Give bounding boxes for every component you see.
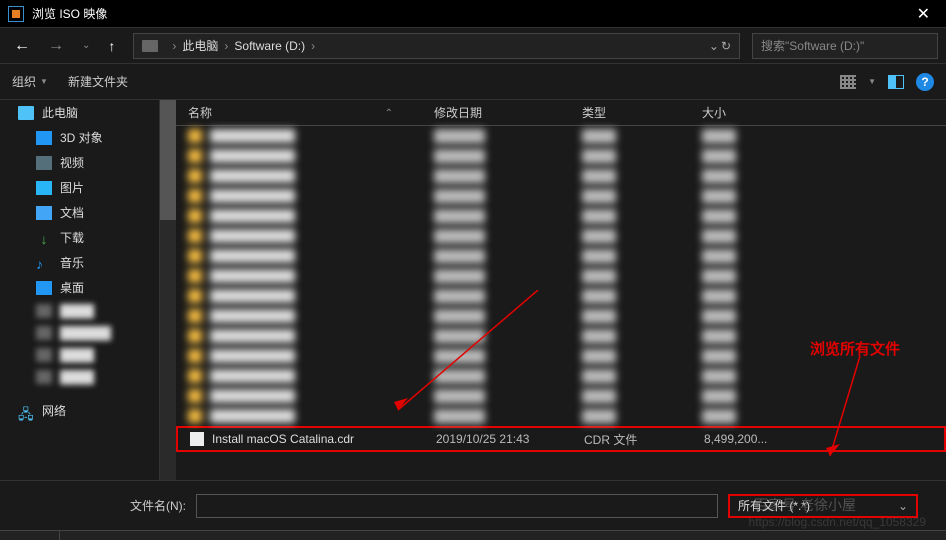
file-type: CDR 文件: [584, 431, 704, 448]
sidebar-item-3d[interactable]: 3D 对象: [0, 125, 159, 150]
sidebar-label: 图片: [60, 179, 84, 196]
new-folder-label: 新建文件夹: [68, 73, 128, 90]
sidebar: 此电脑 3D 对象 视频 图片 文档 ↓ 下载 ♪ 音乐 桌面: [0, 100, 160, 480]
watermark: 百家号 老徐小屋: [754, 495, 856, 515]
column-date[interactable]: 修改日期: [434, 104, 582, 121]
main-area: 此电脑 3D 对象 视频 图片 文档 ↓ 下载 ♪ 音乐 桌面: [0, 100, 946, 480]
breadcrumb-path[interactable]: Software (D:): [234, 39, 305, 53]
sidebar-label: 3D 对象: [60, 129, 103, 146]
file-list-area: 名称⌃ 修改日期 类型 大小 █████████████████████████…: [160, 100, 946, 480]
file-row-blurred[interactable]: ████████████████████████: [176, 286, 946, 306]
sidebar-item-network[interactable]: 🖧 网络: [0, 398, 159, 423]
title-bar: 浏览 ISO 映像 ✕: [0, 0, 946, 28]
file-row-blurred[interactable]: ████████████████████████: [176, 126, 946, 146]
sidebar-item-blurred[interactable]: ██████: [0, 322, 159, 344]
sidebar-item-pictures[interactable]: 图片: [0, 175, 159, 200]
column-size[interactable]: 大小: [702, 104, 822, 121]
file-name: Install macOS Catalina.cdr: [212, 432, 436, 446]
toolbar: 组织 ▼ 新建文件夹 ▼ ?: [0, 64, 946, 100]
view-options-icon[interactable]: [840, 75, 856, 89]
filename-input[interactable]: [196, 494, 718, 518]
chevron-down-icon: ▼: [40, 77, 48, 86]
address-bar[interactable]: › 此电脑 › Software (D:) › ⌄ ↻: [133, 33, 740, 59]
recent-dropdown[interactable]: ⌄: [76, 36, 96, 55]
help-icon[interactable]: ?: [916, 73, 934, 91]
app-icon: [8, 6, 24, 22]
pictures-icon: [36, 181, 52, 195]
close-button[interactable]: ✕: [909, 4, 938, 24]
chevron-down-icon[interactable]: ▼: [868, 77, 876, 86]
new-folder-button[interactable]: 新建文件夹: [68, 73, 128, 90]
organize-label: 组织: [12, 73, 36, 90]
footer-bar: [0, 530, 946, 540]
up-button[interactable]: ↑: [102, 34, 121, 58]
file-row-blurred[interactable]: ████████████████████████: [176, 386, 946, 406]
file-row-blurred[interactable]: ████████████████████████: [176, 306, 946, 326]
file-row-blurred[interactable]: ████████████████████████: [176, 186, 946, 206]
sidebar-item-documents[interactable]: 文档: [0, 200, 159, 225]
window-title: 浏览 ISO 映像: [32, 5, 909, 22]
nav-bar: ← → ⌄ ↑ › 此电脑 › Software (D:) › ⌄ ↻ 搜索"S…: [0, 28, 946, 64]
scrollbar-thumb[interactable]: [160, 100, 176, 220]
organize-button[interactable]: 组织 ▼: [12, 73, 48, 90]
refresh-icon[interactable]: ↻: [721, 39, 731, 53]
sidebar-label: 音乐: [60, 254, 84, 271]
sidebar-item-blurred[interactable]: ████: [0, 300, 159, 322]
music-icon: ♪: [36, 256, 52, 270]
column-name[interactable]: 名称⌃: [176, 104, 434, 121]
footer-button[interactable]: [0, 531, 60, 540]
file-icon: [190, 432, 204, 446]
file-row-blurred[interactable]: ████████████████████████: [176, 246, 946, 266]
filename-label: 文件名(N):: [130, 497, 186, 514]
sidebar-label: 下载: [60, 229, 84, 246]
sidebar-label: 此电脑: [42, 104, 78, 121]
sidebar-label: 桌面: [60, 279, 84, 296]
search-input[interactable]: 搜索"Software (D:)": [752, 33, 938, 59]
column-headers: 名称⌃ 修改日期 类型 大小: [176, 100, 946, 126]
sort-indicator-icon: ⌃: [385, 108, 393, 119]
sidebar-item-blurred[interactable]: ████: [0, 344, 159, 366]
sidebar-label: 视频: [60, 154, 84, 171]
file-row-blurred[interactable]: ████████████████████████: [176, 206, 946, 226]
scrollbar[interactable]: [160, 100, 176, 480]
sidebar-item-video[interactable]: 视频: [0, 150, 159, 175]
pc-icon: [18, 106, 34, 120]
search-placeholder: 搜索"Software (D:)": [761, 37, 864, 54]
sidebar-item-downloads[interactable]: ↓ 下载: [0, 225, 159, 250]
chevron-right-icon: ›: [311, 39, 315, 53]
file-size: 8,499,200...: [704, 432, 824, 446]
back-button[interactable]: ←: [8, 33, 36, 59]
column-type[interactable]: 类型: [582, 104, 702, 121]
file-row-blurred[interactable]: ████████████████████████: [176, 266, 946, 286]
watermark-url: https://blog.csdn.net/qq_1058329: [749, 515, 926, 529]
sidebar-label: 网络: [42, 402, 66, 419]
sidebar-label: 文档: [60, 204, 84, 221]
file-row-blurred[interactable]: ████████████████████████: [176, 146, 946, 166]
sidebar-item-desktop[interactable]: 桌面: [0, 275, 159, 300]
downloads-icon: ↓: [36, 231, 52, 245]
chevron-down-icon: ⌄: [898, 499, 908, 513]
network-icon: 🖧: [18, 404, 34, 418]
chevron-down-icon[interactable]: ⌄: [709, 39, 719, 53]
file-row-blurred[interactable]: ████████████████████████: [176, 406, 946, 426]
sidebar-item-music[interactable]: ♪ 音乐: [0, 250, 159, 275]
sidebar-item-blurred[interactable]: ████: [0, 366, 159, 388]
file-date: 2019/10/25 21:43: [436, 432, 584, 446]
chevron-right-icon: ›: [172, 39, 176, 53]
desktop-icon: [36, 281, 52, 295]
file-row-blurred[interactable]: ████████████████████████: [176, 226, 946, 246]
3d-icon: [36, 131, 52, 145]
video-icon: [36, 156, 52, 170]
documents-icon: [36, 206, 52, 220]
annotation-label: 浏览所有文件: [810, 338, 900, 359]
breadcrumb-root[interactable]: 此电脑: [182, 37, 218, 54]
forward-button[interactable]: →: [42, 33, 70, 59]
drive-icon: [142, 40, 158, 52]
preview-pane-icon[interactable]: [888, 75, 904, 89]
file-row-highlighted[interactable]: Install macOS Catalina.cdr 2019/10/25 21…: [176, 426, 946, 452]
file-row-blurred[interactable]: ████████████████████████: [176, 166, 946, 186]
chevron-right-icon: ›: [224, 39, 228, 53]
sidebar-item-pc[interactable]: 此电脑: [0, 100, 159, 125]
file-row-blurred[interactable]: ████████████████████████: [176, 366, 946, 386]
